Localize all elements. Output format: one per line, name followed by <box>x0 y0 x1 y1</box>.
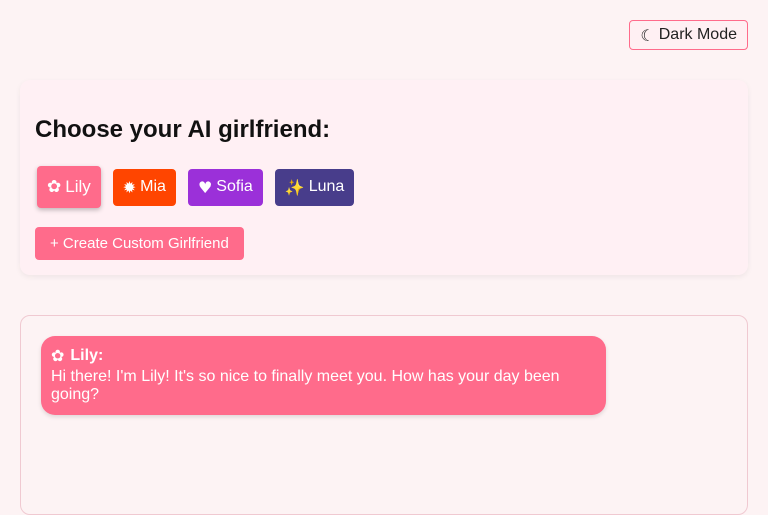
girlfriend-button-mia[interactable]: ✹ Mia <box>112 168 176 206</box>
girlfriend-label: Lily <box>65 177 91 196</box>
dark-mode-button[interactable]: ☾ Dark Mode <box>629 20 748 50</box>
girlfriend-buttons: ✿ Lily ✹ Mia ♥ Sofia ✨ Luna <box>35 166 355 208</box>
heart-icon: ♥ <box>197 177 213 197</box>
girlfriend-button-luna[interactable]: ✨ Luna <box>274 168 355 206</box>
chat-message: ✿ Lily: Hi there! I'm Lily! It's so nice… <box>41 336 606 415</box>
girlfriend-button-lily[interactable]: ✿ Lily <box>37 166 101 208</box>
dark-mode-label: Dark Mode <box>658 26 737 43</box>
message-text: Hi there! I'm Lily! It's so nice to fina… <box>51 368 560 403</box>
message-header: ✿ Lily: <box>51 346 596 366</box>
girlfriend-label: Sofia <box>216 178 253 195</box>
panel-title: Choose your AI girlfriend: <box>35 116 331 143</box>
message-sender: Lily: <box>70 347 104 364</box>
sparkles-icon: ✨ <box>284 177 305 197</box>
fire-icon: ✹ <box>122 177 137 197</box>
top-bar: ☾ Dark Mode <box>0 0 768 80</box>
girlfriend-button-sofia[interactable]: ♥ Sofia <box>187 168 263 206</box>
moon-icon: ☾ <box>640 25 655 45</box>
girlfriend-selector-panel: Choose your AI girlfriend: ✿ Lily ✹ Mia … <box>20 80 748 275</box>
flower-icon: ✿ <box>51 346 65 365</box>
flower-icon: ✿ <box>47 177 62 197</box>
girlfriend-label: Mia <box>140 178 166 195</box>
girlfriend-label: Luna <box>308 178 345 195</box>
create-custom-girlfriend-button[interactable]: + Create Custom Girlfriend <box>35 227 244 260</box>
chat-window: ✿ Lily: Hi there! I'm Lily! It's so nice… <box>20 315 748 515</box>
